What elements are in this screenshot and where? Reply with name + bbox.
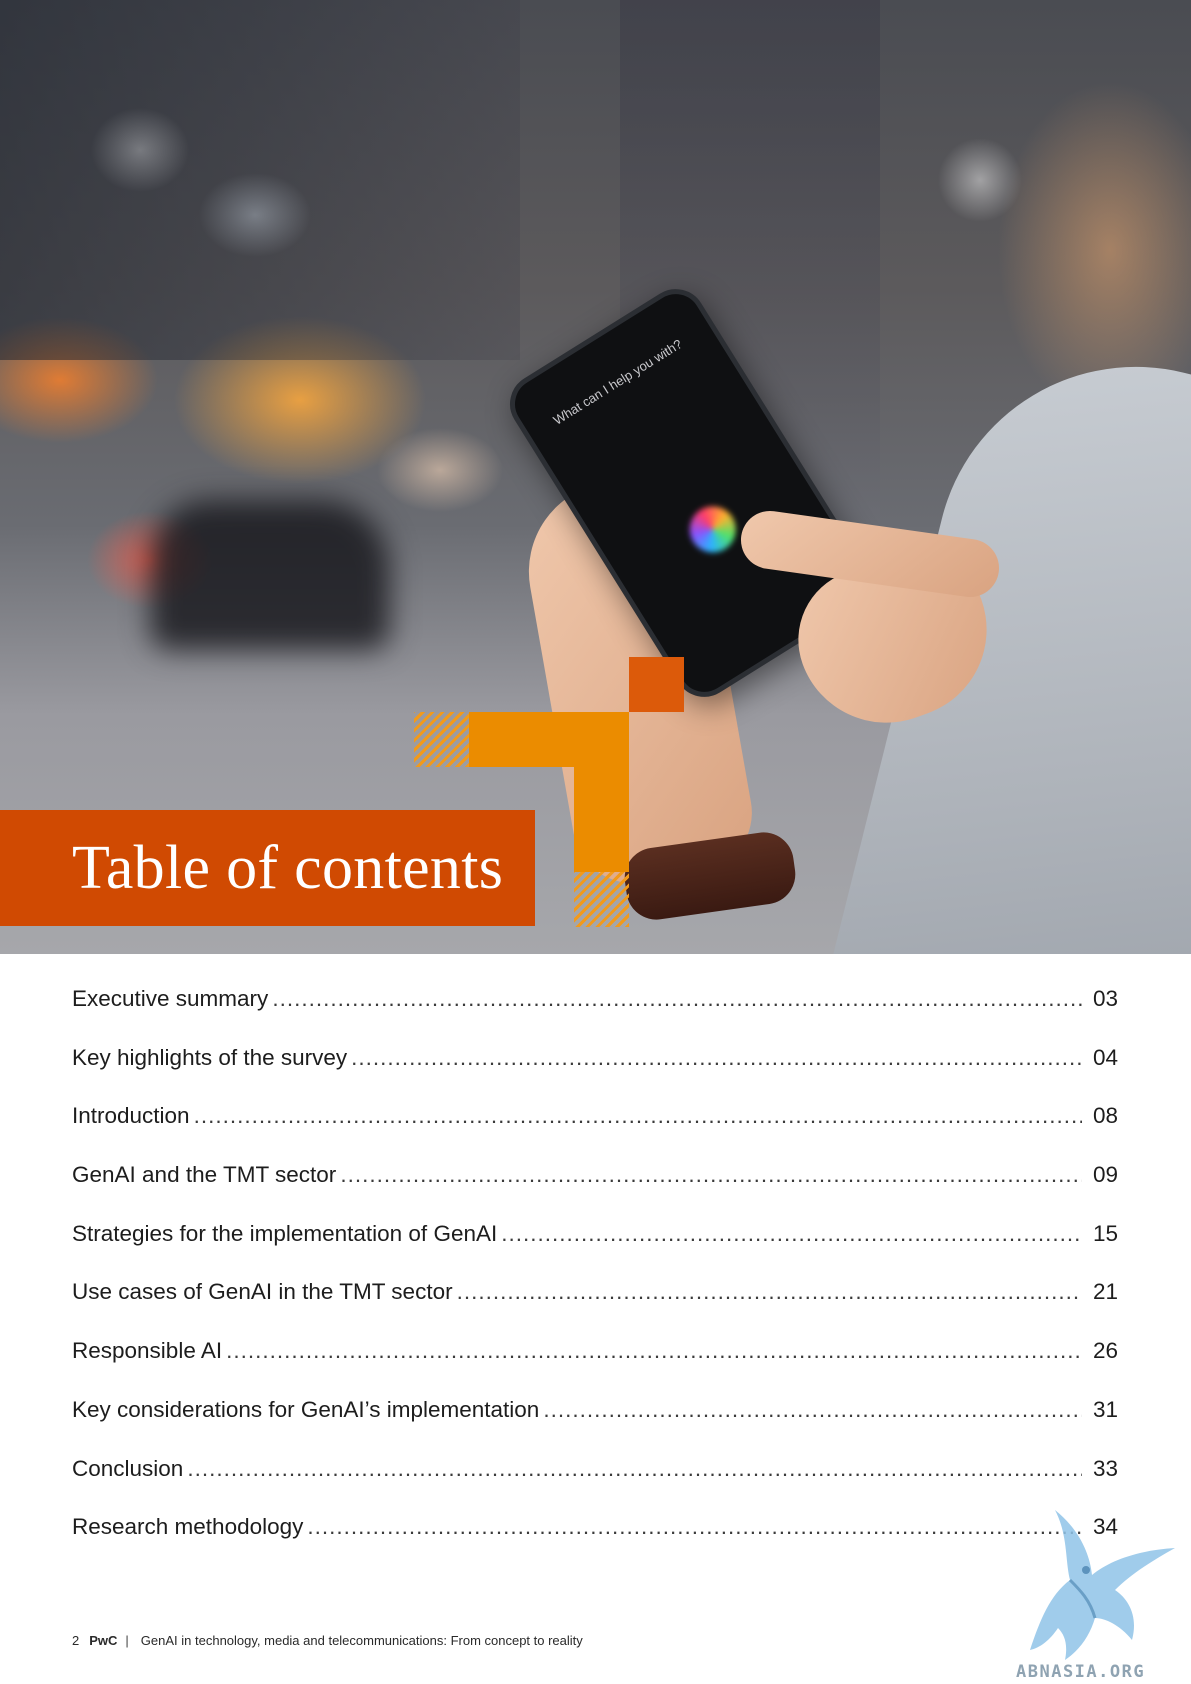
blurred-buildings: [0, 0, 520, 360]
orange-bar-vertical: [574, 712, 629, 872]
title-banner: Table of contents: [0, 810, 535, 926]
dot-leader: [457, 1279, 1082, 1305]
page-footer: 2 PwC | GenAI in technology, media and tele…: [72, 1633, 583, 1648]
blurred-car: [150, 500, 390, 650]
footer-separator: |: [125, 1633, 129, 1648]
toc-entry-page: 33: [1092, 1455, 1118, 1481]
toc-entry[interactable]: Strategies for the implementation of Gen…: [72, 1221, 1118, 1280]
toc-entry-title: Research methodology: [72, 1514, 304, 1540]
assistant-orb-icon: [681, 497, 745, 562]
phone-prompt-text: What can I help you with?: [550, 336, 685, 428]
toc-entry[interactable]: Conclusion 33: [72, 1456, 1118, 1515]
toc-entry-title: Responsible AI: [72, 1338, 223, 1364]
dot-leader: [340, 1162, 1082, 1188]
hatch-square-left: [414, 712, 469, 767]
toc-entry-title: GenAI and the TMT sector: [72, 1162, 337, 1188]
dot-leader: [501, 1221, 1082, 1247]
toc-entry-title: Use cases of GenAI in the TMT sector: [72, 1279, 453, 1305]
hatch-square-bottom: [574, 872, 629, 927]
toc-entry-title: Strategies for the implementation of Gen…: [72, 1220, 498, 1246]
toc-entry[interactable]: Introduction 08: [72, 1103, 1118, 1162]
toc-entry-page: 21: [1092, 1279, 1118, 1305]
toc-entry-page: 03: [1092, 986, 1118, 1011]
footer-brand: PwC: [89, 1633, 118, 1648]
toc-entry-page: 08: [1092, 1103, 1118, 1129]
toc-entry-page: 09: [1092, 1162, 1118, 1188]
toc-entry-page: 04: [1092, 1044, 1118, 1070]
toc-entry[interactable]: GenAI and the TMT sector 09: [72, 1162, 1118, 1221]
dot-leader: [543, 1397, 1082, 1423]
toc-entry[interactable]: Key highlights of the survey 04: [72, 1045, 1118, 1104]
dot-leader: [226, 1338, 1082, 1364]
page-title: Table of contents: [72, 833, 504, 902]
toc-entry[interactable]: Executive summary 03: [72, 986, 1118, 1045]
table-of-contents: Executive summary 03 Key highlights of t…: [72, 986, 1118, 1573]
toc-entry-title: Conclusion: [72, 1455, 184, 1481]
toc-entry[interactable]: Responsible AI 26: [72, 1338, 1118, 1397]
footer-document-title: GenAI in technology, media and telecommu…: [140, 1633, 583, 1648]
page-number: 2: [72, 1633, 80, 1648]
hero-image: What can I help you with? Table of conte…: [0, 0, 1191, 954]
griffin-icon: [1030, 1510, 1175, 1660]
toc-entry-title: Key considerations for GenAI’s implement…: [72, 1396, 540, 1422]
toc-entry[interactable]: Research methodology 34: [72, 1514, 1118, 1573]
toc-entry-title: Executive summary: [72, 986, 269, 1011]
dot-leader: [187, 1456, 1082, 1482]
toc-entry[interactable]: Use cases of GenAI in the TMT sector 21: [72, 1279, 1118, 1338]
toc-entry[interactable]: Key considerations for GenAI’s implement…: [72, 1397, 1118, 1456]
watermark-text: ABNASIA.ORG: [1016, 1662, 1146, 1682]
toc-entry-title: Introduction: [72, 1103, 190, 1129]
toc-entry-page: 26: [1092, 1338, 1118, 1364]
dark-orange-square: [629, 657, 684, 712]
dot-leader: [307, 1514, 1082, 1540]
dot-leader: [194, 1103, 1082, 1129]
toc-entry-page: 15: [1092, 1220, 1118, 1246]
toc-entry-page: 31: [1092, 1396, 1118, 1422]
dot-leader: [351, 1045, 1082, 1071]
dot-leader: [272, 986, 1082, 1012]
toc-entry-title: Key highlights of the survey: [72, 1044, 348, 1070]
